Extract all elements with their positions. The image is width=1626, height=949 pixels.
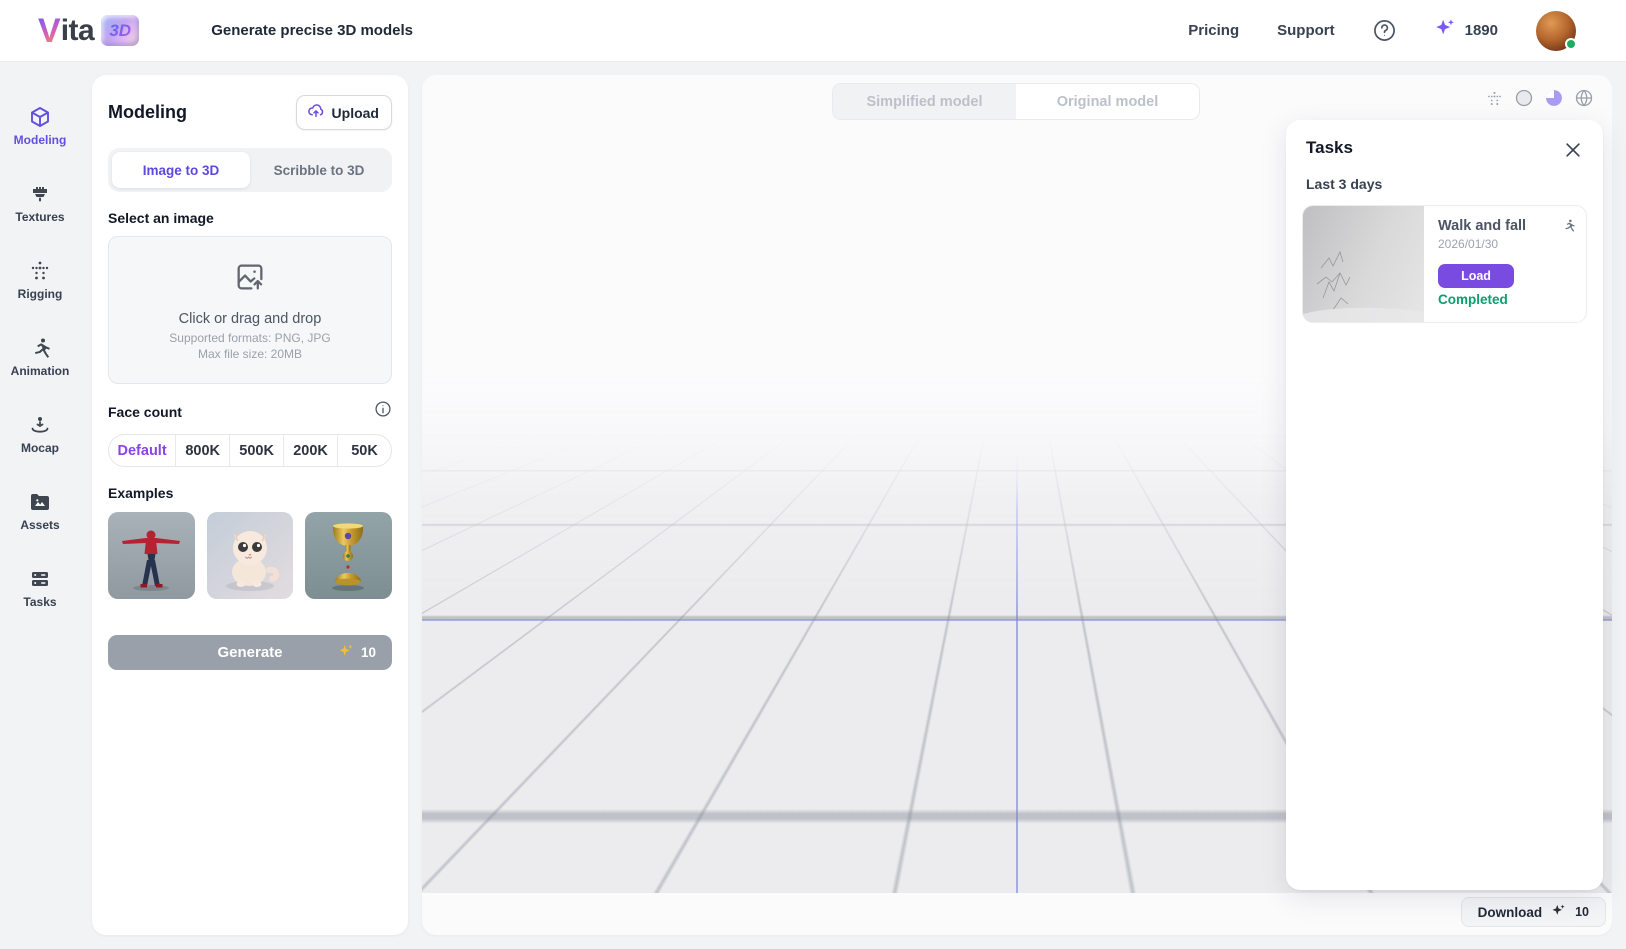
face-count-label: Face count — [108, 404, 182, 420]
dropzone-max-size: Max file size: 20MB — [198, 347, 302, 361]
sidebar-item-textures[interactable]: Textures — [0, 182, 80, 224]
dropzone-hint: Click or drag and drop — [179, 311, 322, 327]
task-status-badge: Completed — [1438, 292, 1574, 307]
nav-support[interactable]: Support — [1277, 22, 1335, 39]
face-count-500k[interactable]: 500K — [230, 435, 284, 466]
generate-button-label: Generate — [217, 644, 282, 661]
example-chalice[interactable] — [305, 512, 392, 599]
sparkle-icon — [1551, 903, 1566, 921]
modeling-panel: Modeling Upload Image to 3D Scribble to … — [92, 75, 408, 935]
task-date: 2026/01/30 — [1438, 237, 1574, 251]
face-count-options: Default 800K 500K 200K 50K — [108, 434, 392, 467]
rig-icon[interactable] — [1484, 88, 1504, 108]
tasks-panel-title: Tasks — [1306, 138, 1353, 158]
circle-icon[interactable] — [1514, 88, 1534, 108]
cube-icon — [28, 105, 52, 129]
sidebar-item-rigging[interactable]: Rigging — [0, 259, 80, 301]
example-spiderman[interactable] — [108, 512, 195, 599]
upload-button[interactable]: Upload — [296, 95, 392, 130]
generate-cost: 10 — [361, 645, 376, 660]
sidebar-item-mocap[interactable]: Mocap — [0, 413, 80, 455]
rig-icon — [28, 259, 52, 283]
credits-balance[interactable]: 1890 — [1434, 17, 1498, 44]
face-count-800k[interactable]: 800K — [176, 435, 230, 466]
sidebar-item-tasks[interactable]: Tasks — [0, 567, 80, 609]
download-button[interactable]: Download 10 — [1461, 897, 1606, 927]
mode-tabs: Image to 3D Scribble to 3D — [108, 148, 392, 192]
user-avatar[interactable] — [1536, 11, 1576, 51]
nav-pricing[interactable]: Pricing — [1188, 22, 1239, 39]
viewport-toolbar — [1484, 88, 1594, 108]
face-count-default[interactable]: Default — [109, 435, 176, 466]
sidebar-item-animation[interactable]: Animation — [0, 336, 80, 378]
dropzone-formats: Supported formats: PNG, JPG — [169, 331, 330, 345]
logo-3d-cube-icon: 3D — [101, 15, 139, 46]
mocap-icon — [28, 413, 52, 437]
tab-image-to-3d[interactable]: Image to 3D — [112, 152, 250, 188]
header-right: Pricing Support 1890 — [1188, 11, 1576, 51]
panel-title: Modeling — [108, 102, 187, 123]
example-cat[interactable] — [207, 512, 294, 599]
tasks-panel: Tasks Last 3 days — [1286, 120, 1603, 890]
examples-label: Examples — [108, 485, 392, 501]
sparkle-icon — [338, 643, 354, 662]
globe-icon[interactable] — [1574, 88, 1594, 108]
sidebar-item-assets[interactable]: Assets — [0, 490, 80, 532]
info-icon[interactable] — [374, 400, 392, 423]
upload-button-label: Upload — [332, 105, 379, 121]
task-thumbnail — [1303, 206, 1424, 322]
assets-icon — [28, 490, 52, 514]
online-status-dot — [1565, 38, 1577, 50]
logo-letter-v: V — [38, 14, 61, 48]
face-count-50k[interactable]: 50K — [338, 435, 391, 466]
example-thumbnails — [108, 512, 392, 599]
credits-count: 1890 — [1465, 22, 1498, 39]
image-upload-icon — [233, 260, 267, 299]
window-scroll-gutter — [1612, 62, 1626, 949]
sidebar-item-modeling[interactable]: Modeling — [0, 105, 80, 147]
running-icon — [1561, 218, 1576, 238]
tab-original-model[interactable]: Original model — [1016, 84, 1199, 119]
select-image-label: Select an image — [108, 210, 392, 226]
download-button-label: Download — [1478, 905, 1543, 920]
tab-scribble-to-3d[interactable]: Scribble to 3D — [250, 152, 388, 188]
sidebar: Modeling Textures Rigging — [0, 62, 80, 949]
logo-text: ita — [61, 14, 95, 48]
load-button[interactable]: Load — [1438, 264, 1514, 288]
face-count-200k[interactable]: 200K — [284, 435, 338, 466]
upload-cloud-icon — [307, 102, 325, 123]
close-icon[interactable] — [1563, 140, 1583, 160]
model-view-tabs: Simplified model Original model — [832, 83, 1200, 120]
download-cost: 10 — [1575, 905, 1589, 919]
generate-button[interactable]: Generate 10 — [108, 635, 392, 670]
task-item[interactable]: Walk and fall 2026/01/30 Load Completed — [1302, 205, 1587, 323]
tab-simplified-model[interactable]: Simplified model — [833, 84, 1016, 119]
image-dropzone[interactable]: Click or drag and drop Supported formats… — [108, 236, 392, 384]
shading-icon[interactable] — [1544, 88, 1564, 108]
app-header: Vita 3D Generate precise 3D models Prici… — [0, 0, 1626, 62]
brush-icon — [28, 182, 52, 206]
header-tagline: Generate precise 3D models — [211, 22, 413, 39]
help-icon[interactable] — [1373, 19, 1396, 42]
app-root: Vita 3D Generate precise 3D models Prici… — [0, 0, 1626, 949]
vita3d-logo[interactable]: Vita 3D — [38, 14, 139, 48]
task-title: Walk and fall — [1438, 218, 1574, 234]
sparkle-icon — [1434, 17, 1456, 44]
tasks-filter-label: Last 3 days — [1302, 176, 1587, 192]
running-icon — [28, 336, 52, 360]
tasks-icon — [28, 567, 52, 591]
